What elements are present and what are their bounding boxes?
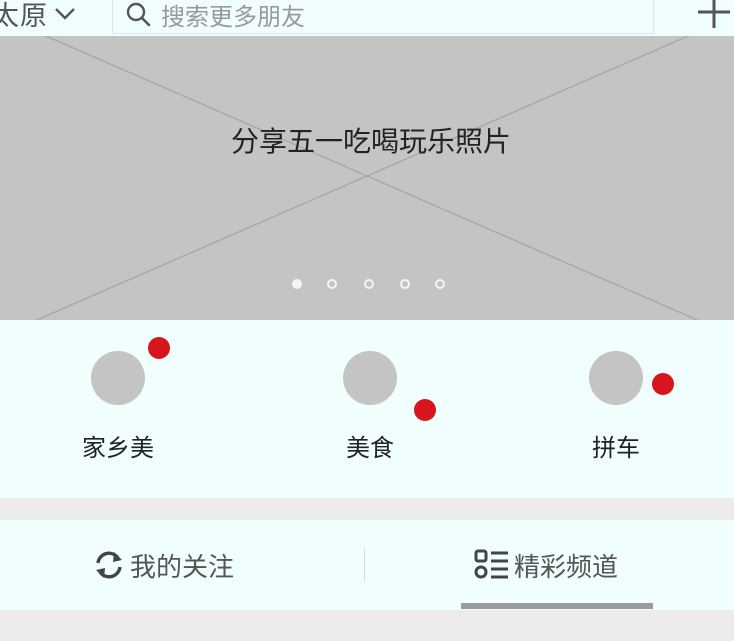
- carousel-dot[interactable]: [435, 279, 445, 289]
- tab-following[interactable]: 我的关注: [92, 520, 234, 610]
- category-label: 拼车: [592, 434, 640, 462]
- banner-title: 分享五一吃喝玩乐照片: [230, 125, 511, 158]
- search-placeholder: 搜索更多朋友: [161, 2, 305, 31]
- tab-label: 精彩频道: [514, 552, 619, 583]
- tab-divider: [364, 548, 365, 582]
- category-food-icon: [343, 351, 397, 405]
- category-hometown-icon: [91, 351, 145, 405]
- carousel-dot[interactable]: [364, 279, 374, 289]
- notification-badge: [414, 399, 436, 421]
- category-carpool-icon: [589, 351, 643, 405]
- category-label: 家乡美: [82, 434, 154, 462]
- tab-label: 我的关注: [130, 552, 235, 583]
- category-hometown[interactable]: 家乡美: [38, 320, 198, 498]
- tab-bar: 我的关注 精彩频道: [0, 520, 734, 610]
- banner-carousel[interactable]: 分享五一吃喝玩乐照片: [0, 36, 734, 320]
- refresh-icon: [96, 551, 122, 579]
- image-placeholder-icon: [34, 36, 700, 320]
- category-carpool[interactable]: 拼车: [536, 320, 696, 498]
- category-food[interactable]: 美食: [290, 320, 450, 498]
- section-divider: [0, 498, 734, 520]
- search-input[interactable]: 搜索更多朋友: [112, 0, 654, 34]
- tab-featured-channels[interactable]: 精彩频道: [474, 520, 618, 610]
- active-tab-indicator: [461, 603, 653, 609]
- city-selector[interactable]: 太原: [0, 0, 76, 33]
- category-label: 美食: [346, 434, 394, 462]
- plus-icon[interactable]: [694, 0, 734, 32]
- carousel-dot[interactable]: [292, 279, 302, 289]
- city-label: 太原: [0, 1, 48, 32]
- category-row: 家乡美 美食 拼车: [0, 320, 734, 498]
- carousel-dot[interactable]: [400, 279, 410, 289]
- search-icon: [126, 2, 151, 27]
- list-icon: [474, 549, 508, 579]
- section-divider: [0, 610, 734, 641]
- top-bar: 太原 搜索更多朋友: [0, 0, 734, 36]
- chevron-down-icon: [55, 7, 75, 20]
- carousel-dot[interactable]: [327, 279, 337, 289]
- carousel-indicator: [290, 279, 460, 293]
- notification-badge: [652, 373, 674, 395]
- notification-badge: [148, 337, 170, 359]
